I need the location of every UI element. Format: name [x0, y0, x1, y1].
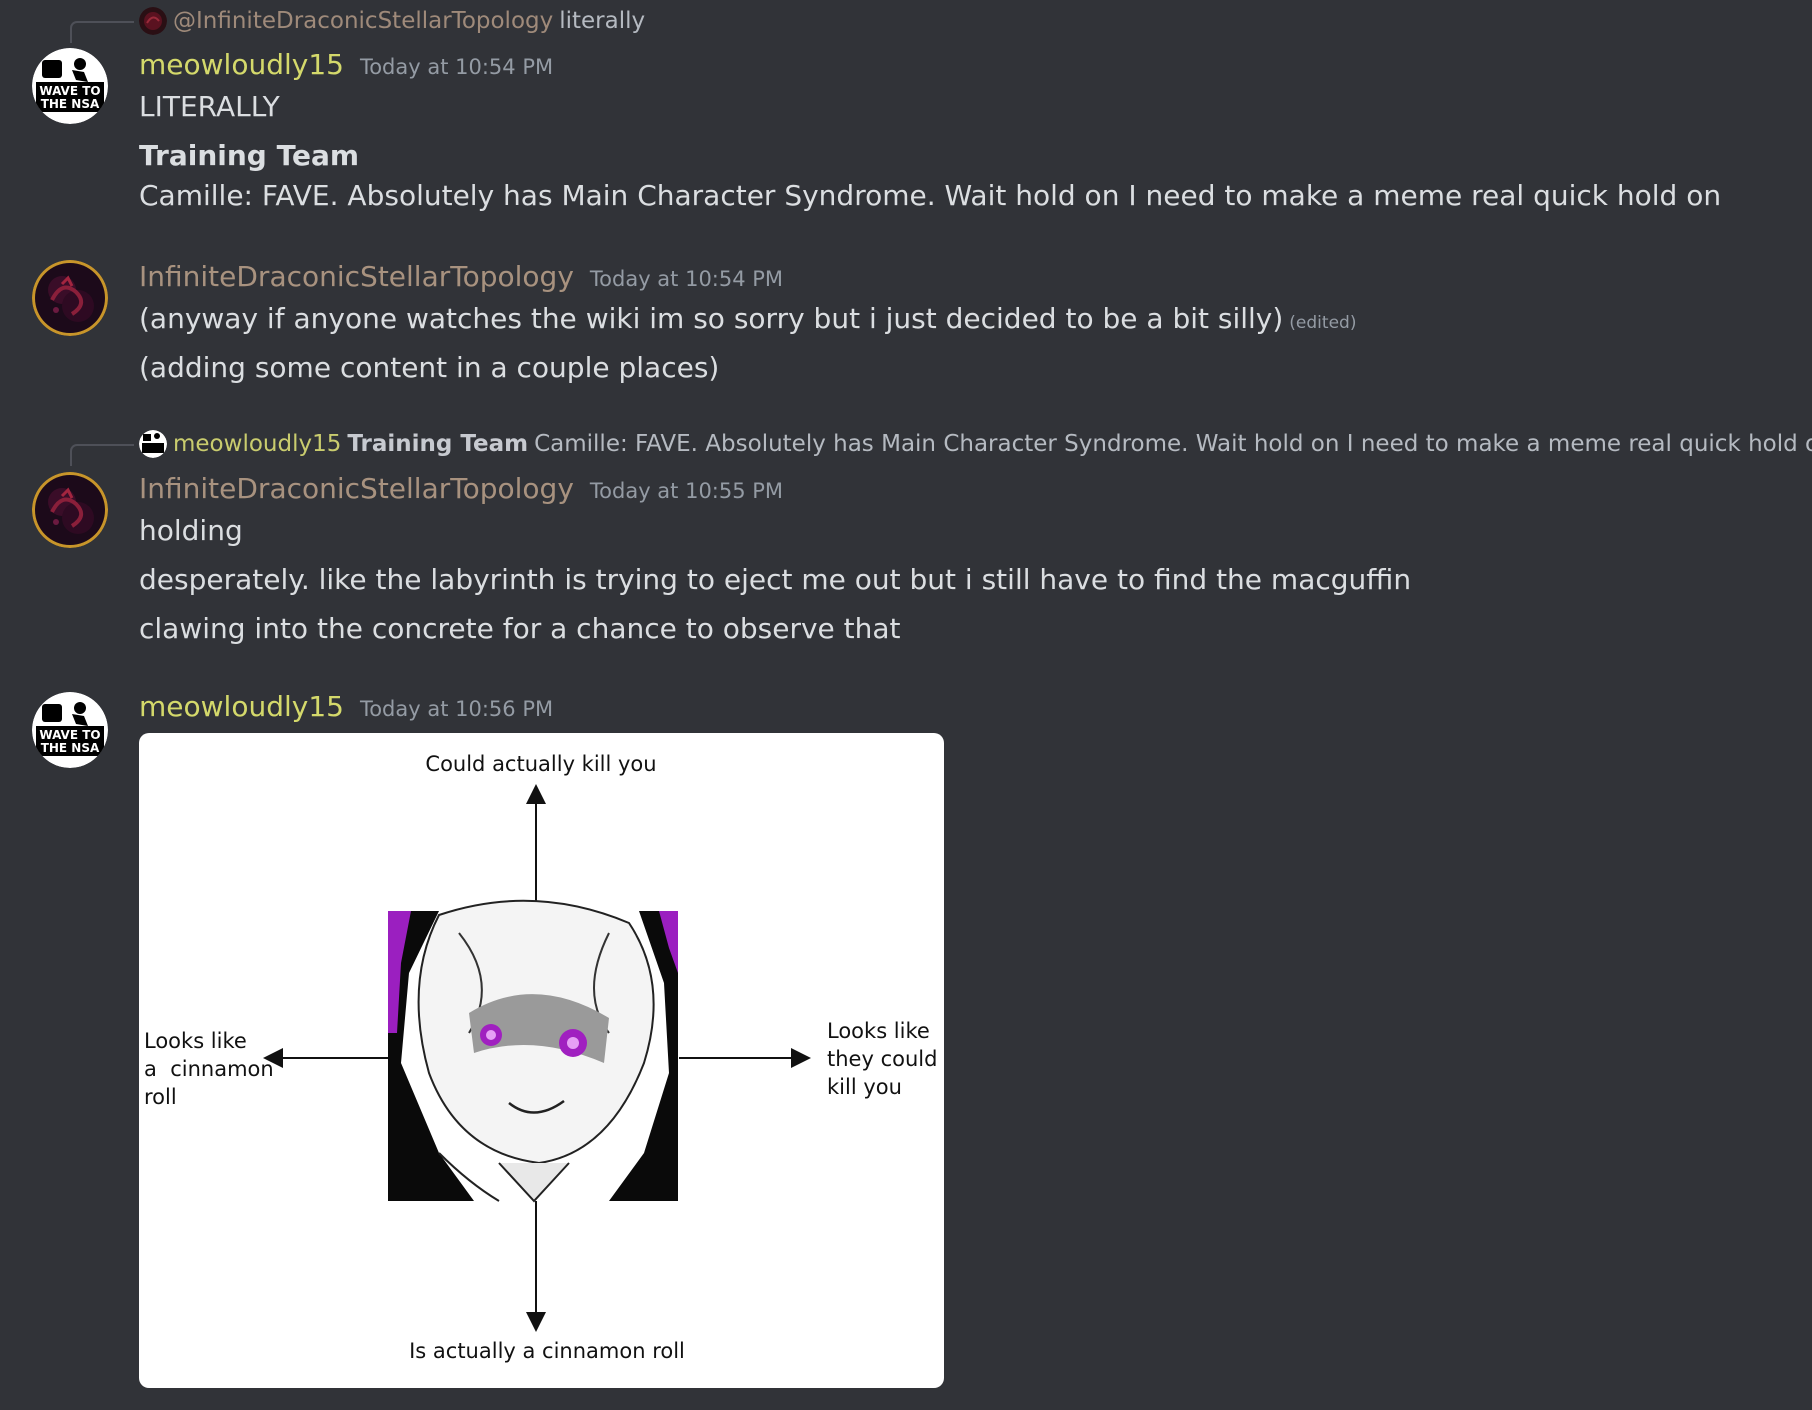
svg-text:they could: they could: [827, 1047, 937, 1071]
avatar-meowloudly15[interactable]: WAVE TO THE NSA: [32, 692, 108, 768]
reply-avatar: [139, 7, 167, 35]
reply-heading: Training Team: [347, 431, 529, 457]
draconic-avatar: [32, 472, 108, 548]
left-axis-label: Looks like a cinnamon roll: [144, 1029, 274, 1109]
chat-log: @InfiniteDraconicStellarTopology literal…: [0, 0, 1812, 1410]
top-axis-label: Could actually kill you: [425, 752, 656, 776]
reply-text: literally: [559, 8, 646, 34]
timestamp[interactable]: Today at 10:56 PM: [360, 697, 553, 721]
wave-to-nsa-avatar: WAVE TO THE NSA: [32, 692, 108, 768]
avatar-infinitedraconic[interactable]: [32, 472, 108, 548]
message-header: InfiniteDraconicStellarTopology Today at…: [139, 472, 783, 505]
message-heading: Training Team: [139, 139, 360, 172]
reply-author[interactable]: meowloudly15: [173, 431, 341, 457]
username[interactable]: meowloudly15: [139, 48, 344, 81]
message-header: InfiniteDraconicStellarTopology Today at…: [139, 260, 783, 293]
message-header: meowloudly15 Today at 10:56 PM: [139, 690, 553, 723]
svg-text:kill you: kill you: [827, 1075, 902, 1099]
avatar-infinitedraconic[interactable]: [32, 260, 108, 336]
wave-to-nsa-avatar: WAVE TO THE NSA: [32, 48, 108, 124]
right-axis-label: Looks like they could kill you: [827, 1019, 937, 1099]
message-text: holding: [139, 514, 243, 547]
message-text: (adding some content in a couple places): [139, 351, 720, 384]
username[interactable]: InfiniteDraconicStellarTopology: [139, 472, 574, 505]
message-text: (anyway if anyone watches the wiki im so…: [139, 302, 1356, 335]
timestamp[interactable]: Today at 10:55 PM: [590, 479, 783, 503]
svg-text:THE NSA: THE NSA: [41, 741, 100, 755]
message-text: desperately. like the labyrinth is tryin…: [139, 563, 1412, 596]
svg-text:Looks like: Looks like: [827, 1019, 930, 1043]
avatar-meowloudly15[interactable]: WAVE TO THE NSA: [32, 48, 108, 124]
svg-text:Looks like: Looks like: [144, 1029, 247, 1053]
svg-text:THE NSA: THE NSA: [41, 97, 100, 111]
reply-preview[interactable]: @InfiniteDraconicStellarTopology literal…: [139, 6, 645, 36]
bottom-axis-label: Is actually a cinnamon roll: [409, 1339, 685, 1363]
reply-text: Camille: FAVE. Absolutely has Main Chara…: [534, 431, 1812, 457]
message-header: meowloudly15 Today at 10:54 PM: [139, 48, 553, 81]
reply-avatar: [139, 430, 167, 458]
username[interactable]: meowloudly15: [139, 690, 344, 723]
svg-text:roll: roll: [144, 1085, 177, 1109]
svg-text:WAVE TO: WAVE TO: [39, 728, 100, 742]
message-text: Camille: FAVE. Absolutely has Main Chara…: [139, 179, 1722, 212]
timestamp[interactable]: Today at 10:54 PM: [360, 55, 553, 79]
timestamp[interactable]: Today at 10:54 PM: [590, 267, 783, 291]
svg-text:a cinnamon: a cinnamon: [144, 1057, 274, 1081]
reply-connector: [70, 21, 134, 43]
reply-mention[interactable]: @InfiniteDraconicStellarTopology: [173, 8, 553, 34]
reply-connector: [70, 444, 134, 466]
message-line: (anyway if anyone watches the wiki im so…: [139, 302, 1284, 335]
message-text: LITERALLY: [139, 90, 280, 123]
edited-label: (edited): [1289, 313, 1357, 333]
meme-image-attachment[interactable]: Could actually kill you Is actually a ci…: [139, 733, 944, 1388]
svg-text:WAVE TO: WAVE TO: [39, 84, 100, 98]
character-illustration: [388, 899, 678, 1203]
draconic-avatar: [32, 260, 108, 336]
alignment-chart-meme: Could actually kill you Is actually a ci…: [144, 752, 937, 1363]
username[interactable]: InfiniteDraconicStellarTopology: [139, 260, 574, 293]
reply-preview[interactable]: meowloudly15 Training Team Camille: FAVE…: [139, 429, 1812, 459]
message-text: clawing into the concrete for a chance t…: [139, 612, 901, 645]
